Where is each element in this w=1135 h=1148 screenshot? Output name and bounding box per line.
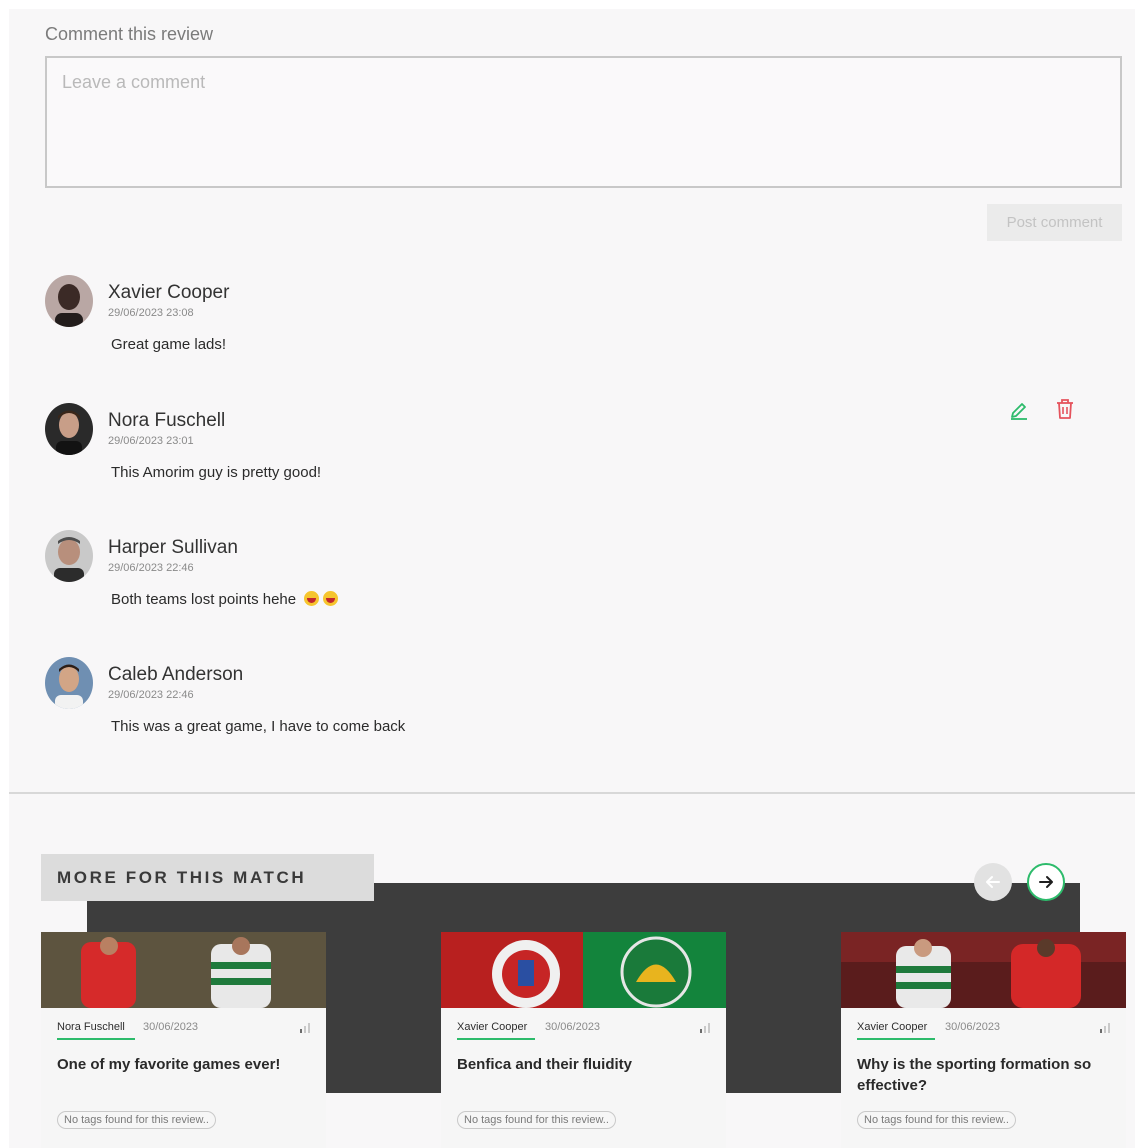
card-image (841, 932, 1126, 1008)
comment-date: 29/06/2023 22:46 (108, 689, 194, 701)
comment-author[interactable]: Harper Sullivan (108, 537, 238, 559)
card-date: 30/06/2023 (143, 1021, 199, 1033)
comment-author[interactable]: Xavier Cooper (108, 282, 229, 304)
comment-author[interactable]: Nora Fuschell (108, 410, 225, 432)
comment-date: 29/06/2023 22:46 (108, 562, 194, 574)
comment-item: Harper Sullivan 29/06/2023 22:46 Both te… (45, 530, 1125, 630)
review-card[interactable]: Xavier Cooper 30/06/2023 Benfica and the… (441, 932, 726, 1148)
signal-bars-icon (300, 1023, 310, 1033)
comment-form-heading: Comment this review (45, 24, 214, 44)
card-tag: No tags found for this review.. (857, 1111, 1016, 1129)
review-card[interactable]: Xavier Cooper 30/06/2023 Why is the spor… (841, 932, 1126, 1148)
emoji-icon (323, 591, 339, 606)
card-title[interactable]: Why is the sporting formation so effecti… (857, 1054, 1112, 1096)
carousel-next-button[interactable] (1027, 863, 1065, 901)
comment-text: This Amorim guy is pretty good! (111, 464, 322, 481)
comment-text-content: Both teams lost points hehe (111, 591, 297, 608)
card-author[interactable]: Nora Fuschell (57, 1021, 125, 1033)
card-title[interactable]: Benfica and their fluidity (457, 1054, 712, 1075)
signal-bars-icon (1100, 1023, 1110, 1033)
carousel-prev-button[interactable] (974, 863, 1012, 901)
author-underline (457, 1038, 535, 1040)
arrow-right-icon (1039, 876, 1053, 888)
card-tag: No tags found for this review.. (457, 1111, 616, 1129)
comment-date: 29/06/2023 23:01 (108, 435, 194, 447)
comment-input[interactable] (45, 56, 1122, 188)
avatar (45, 530, 93, 582)
card-image (441, 932, 726, 1008)
review-card[interactable]: Nora Fuschell 30/06/2023 One of my favor… (41, 932, 326, 1148)
signal-bars-icon (700, 1023, 710, 1033)
avatar (45, 657, 93, 709)
trash-icon[interactable] (1054, 397, 1076, 421)
comment-item: Nora Fuschell 29/06/2023 23:01 This Amor… (45, 403, 1125, 503)
card-author[interactable]: Xavier Cooper (457, 1021, 527, 1033)
avatar (45, 403, 93, 455)
avatar (45, 275, 93, 327)
edit-icon[interactable] (1008, 398, 1030, 420)
author-underline (857, 1038, 935, 1040)
card-author[interactable]: Xavier Cooper (857, 1021, 927, 1033)
card-date: 30/06/2023 (945, 1021, 1001, 1033)
card-date: 30/06/2023 (545, 1021, 601, 1033)
comment-date: 29/06/2023 23:08 (108, 307, 194, 319)
comment-item: Caleb Anderson 29/06/2023 22:46 This was… (45, 657, 1125, 757)
comment-text: Both teams lost points hehe (111, 591, 339, 608)
author-underline (57, 1038, 135, 1040)
card-tag: No tags found for this review.. (57, 1111, 216, 1129)
arrow-left-icon (986, 876, 1000, 888)
card-image (41, 932, 326, 1008)
comment-author[interactable]: Caleb Anderson (108, 664, 243, 686)
post-comment-button[interactable]: Post comment (987, 204, 1122, 241)
section-title: MORE FOR THIS MATCH (41, 854, 374, 901)
card-title[interactable]: One of my favorite games ever! (57, 1054, 312, 1075)
comment-text: Great game lads! (111, 336, 227, 353)
comment-item: Xavier Cooper 29/06/2023 23:08 Great gam… (45, 275, 1125, 375)
comment-text: This was a great game, I have to come ba… (111, 718, 406, 735)
emoji-icon (304, 591, 320, 606)
